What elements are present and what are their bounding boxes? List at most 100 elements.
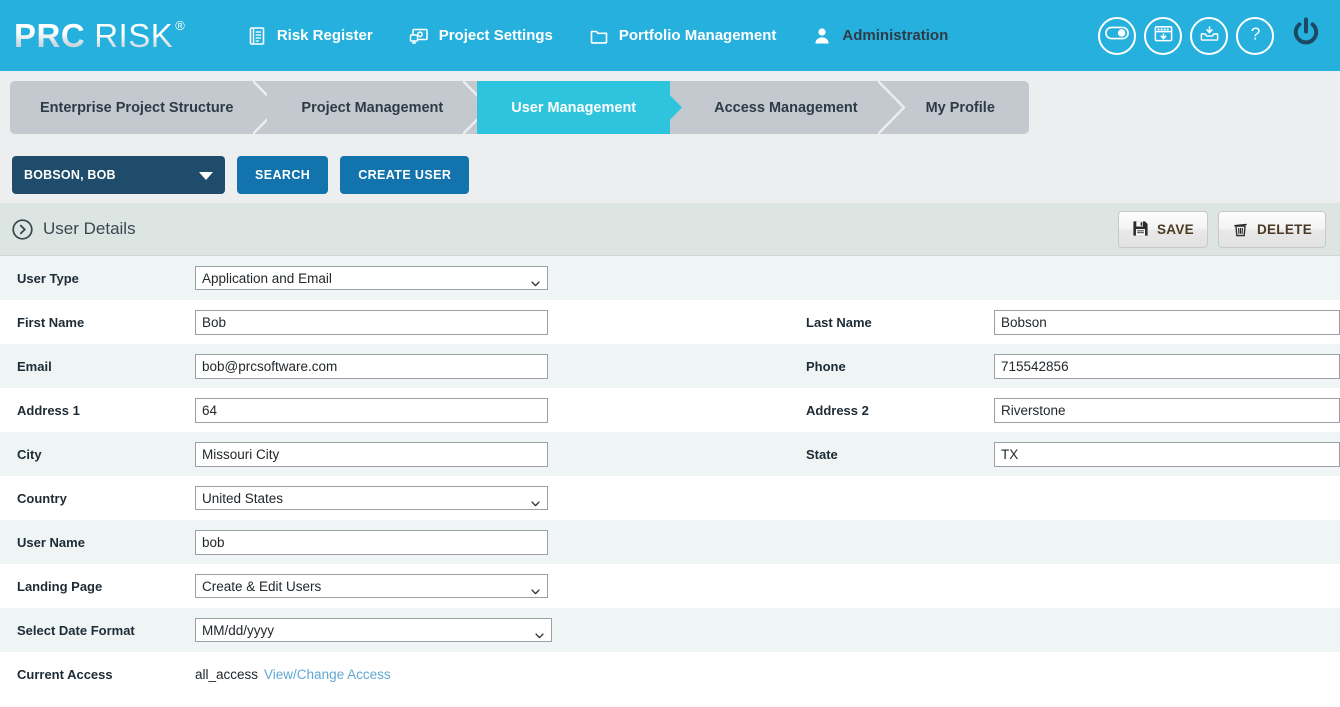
nav-item-risk-register[interactable]: Risk Register	[229, 20, 391, 52]
nav-label-administration: Administration	[842, 27, 949, 44]
list-document-icon	[247, 26, 267, 46]
breadcrumb-tab-my-profile[interactable]: My Profile	[891, 81, 1029, 134]
trash-can-icon	[1232, 220, 1249, 238]
logout-button[interactable]	[1286, 16, 1326, 56]
search-button[interactable]: SEARCH	[237, 155, 329, 194]
country-select[interactable]: United States	[195, 486, 548, 510]
label-phone: Phone	[806, 358, 846, 374]
delete-button[interactable]: DELETE	[1217, 210, 1326, 248]
label-user-type: User Type	[17, 270, 79, 286]
label-address-2: Address 2	[806, 402, 869, 418]
label-current-access: Current Access	[17, 666, 113, 682]
form-row: Country United States	[0, 476, 1340, 520]
form-row: User Name	[0, 520, 1340, 564]
main-navigation: Risk Register Project Settings Portfolio…	[229, 20, 966, 52]
logo-text-risk: RISK	[94, 16, 174, 54]
first-name-input[interactable]	[195, 309, 548, 335]
form-row: Email Phone	[0, 344, 1340, 388]
chevron-down-icon	[535, 627, 544, 639]
user-type-select[interactable]: Application and Email	[195, 266, 548, 290]
nav-label-risk-register: Risk Register	[276, 27, 373, 44]
breadcrumb-tab-user-management[interactable]: User Management	[477, 81, 683, 134]
top-header-bar: PRC RISK ® Risk Register Project Setting…	[0, 0, 1340, 71]
address-2-input[interactable]	[994, 397, 1340, 423]
monitor-settings-icon	[409, 26, 429, 46]
top-right-actions: ?	[1098, 0, 1326, 71]
form-cell-email: Email	[0, 344, 783, 388]
breadcrumb-tab-project-management[interactable]: Project Management	[267, 80, 491, 135]
form-row: User Type Application and Email	[0, 256, 1340, 300]
phone-input[interactable]	[994, 353, 1340, 379]
logo-registered-mark: ®	[175, 17, 185, 33]
label-last-name: Last Name	[806, 314, 872, 330]
form-row: Address 1 Address 2	[0, 388, 1340, 432]
inbox-download-button[interactable]	[1190, 16, 1228, 55]
create-user-button[interactable]: CREATE USER	[340, 155, 470, 194]
user-selector-dropdown[interactable]: BOBSON, BOB	[12, 155, 225, 194]
logo-text-prc: PRC	[14, 16, 86, 54]
nav-item-portfolio-management[interactable]: Portfolio Management	[571, 20, 795, 52]
breadcrumb-tab-access-management[interactable]: Access Management	[670, 80, 906, 135]
select-date-format-select-value: MM/dd/yyyy	[202, 622, 275, 638]
last-name-input[interactable]	[994, 309, 1340, 335]
form-cell-user-name: User Name	[0, 520, 783, 564]
floppy-disk-icon	[1132, 220, 1149, 238]
page-title: User Details	[43, 219, 136, 238]
nav-label-project-settings: Project Settings	[438, 27, 553, 44]
breadcrumb-label-my-profile: My Profile	[925, 99, 995, 116]
nav-item-project-settings[interactable]: Project Settings	[391, 20, 571, 52]
inbox-download-icon	[1199, 23, 1220, 49]
label-email: Email	[17, 358, 52, 374]
label-country: Country	[17, 490, 67, 506]
form-row: Select Date Format MM/dd/yyyy	[0, 608, 1340, 652]
email-input[interactable]	[195, 353, 548, 379]
form-cell-select-date-format: Select Date Format MM/dd/yyyy	[0, 608, 783, 652]
breadcrumb-bar: Enterprise Project Structure Project Man…	[0, 71, 1340, 146]
folder-icon	[589, 26, 609, 46]
select-date-format-select[interactable]: MM/dd/yyyy	[195, 618, 552, 642]
label-state: State	[806, 446, 838, 462]
app-logo[interactable]: PRC RISK ®	[14, 16, 185, 56]
chevron-down-icon	[199, 171, 213, 180]
form-row: City State	[0, 432, 1340, 476]
save-button[interactable]: SAVE	[1117, 210, 1208, 248]
form-cell-current-access: Current Access all_access View/Change Acce…	[0, 652, 783, 696]
country-select-value: United States	[202, 490, 284, 506]
form-cell-last-name: Last Name	[783, 300, 1340, 344]
label-first-name: First Name	[17, 314, 85, 330]
label-address-1: Address 1	[17, 402, 80, 418]
form-row: Current Access all_access View/Change Acce…	[0, 652, 1340, 696]
landing-page-select-value: Create & Edit Users	[202, 578, 322, 594]
landing-page-select[interactable]: Create & Edit Users	[195, 574, 548, 598]
form-cell-city: City	[0, 432, 783, 476]
chevron-down-icon	[531, 495, 540, 507]
section-action-buttons: SAVE DELETE	[1117, 210, 1326, 248]
form-cell-state: State	[783, 432, 1340, 476]
current-access-value: all_access	[195, 666, 259, 682]
user-icon	[812, 26, 832, 46]
user-details-section-header: User Details SAVE DELETE	[0, 203, 1340, 256]
address-1-input[interactable]	[195, 397, 548, 423]
form-cell-address-1: Address 1	[0, 388, 783, 432]
circle-chevron-right-icon[interactable]	[12, 218, 33, 240]
nav-label-portfolio-management: Portfolio Management	[618, 27, 777, 44]
form-cell-landing-page: Landing Page Create & Edit Users	[0, 564, 783, 608]
label-select-date-format: Select Date Format	[17, 622, 135, 638]
user-name-input[interactable]	[195, 529, 548, 555]
help-button[interactable]: ?	[1236, 16, 1274, 55]
state-input[interactable]	[994, 441, 1340, 467]
breadcrumb: Enterprise Project Structure Project Man…	[10, 80, 1029, 135]
toggle-switch-button[interactable]	[1098, 16, 1136, 55]
breadcrumb-label-project-management: Project Management	[301, 99, 444, 116]
breadcrumb-tab-enterprise-project-structure[interactable]: Enterprise Project Structure	[10, 80, 282, 135]
user-details-form: User Type Application and Email First Name…	[0, 256, 1340, 696]
calendar-download-button[interactable]	[1144, 16, 1182, 55]
user-selector-value: BOBSON, BOB	[24, 167, 116, 182]
breadcrumb-label-access-management: Access Management	[714, 99, 858, 116]
nav-item-administration[interactable]: Administration	[794, 20, 966, 52]
form-cell-user-type: User Type Application and Email	[0, 256, 783, 300]
city-input[interactable]	[195, 441, 548, 467]
label-user-name: User Name	[17, 534, 85, 550]
view-change-access-link[interactable]: View/Change Access	[264, 667, 391, 682]
action-bar: BOBSON, BOB SEARCH CREATE USER	[0, 146, 1340, 203]
